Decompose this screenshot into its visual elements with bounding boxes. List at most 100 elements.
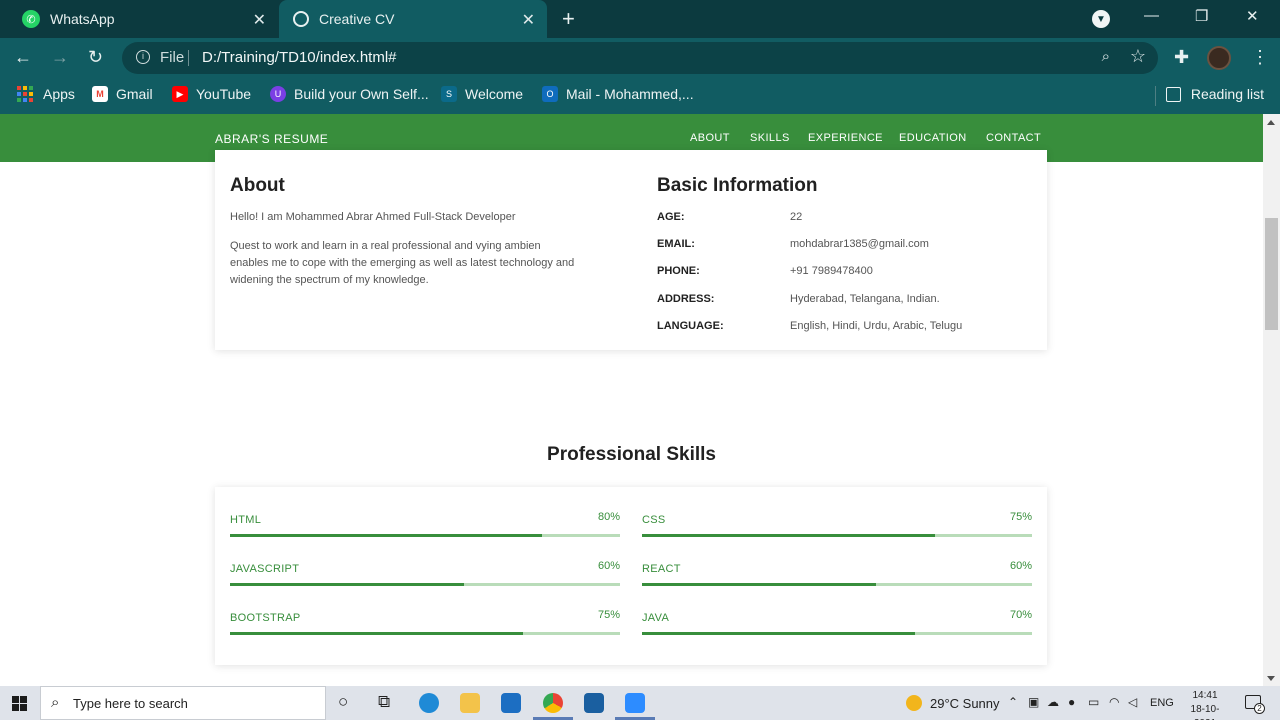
outlook-mail-icon: O	[542, 86, 558, 102]
chrome-icon[interactable]	[543, 693, 563, 713]
skill-progress-fill	[230, 534, 542, 537]
info-key-phone: PHONE:	[657, 265, 700, 277]
browser-toolbar: ← → ↻ i File D:/Training/TD10/index.html…	[0, 38, 1280, 78]
menu-kebab-icon[interactable]: ⋮	[1251, 47, 1269, 67]
tab-search-icon[interactable]: ▼	[1092, 10, 1110, 28]
back-icon[interactable]: ←	[14, 47, 32, 67]
info-value-language: English, Hindi, Urdu, Arabic, Telugu	[790, 320, 963, 332]
info-value-phone: +91 7989478400	[790, 265, 873, 277]
bookmark-star-icon[interactable]: ☆	[1130, 46, 1146, 67]
about-text-line: Quest to work and learn in a real profes…	[230, 240, 541, 252]
windows-start-icon[interactable]	[12, 696, 27, 711]
build-self-icon: U	[270, 86, 286, 102]
weather-text[interactable]: 29°C Sunny	[930, 696, 1000, 711]
info-icon[interactable]: i	[136, 50, 150, 64]
zoom-app-icon[interactable]	[625, 693, 645, 713]
extensions-icon[interactable]: ✚	[1174, 47, 1189, 67]
clock[interactable]: 14:41 18-10-2021	[1180, 689, 1230, 720]
edge-icon[interactable]	[419, 693, 439, 713]
skill-progress-bar	[642, 534, 1032, 537]
bookmark-label: Gmail	[116, 86, 153, 102]
divider	[188, 50, 189, 66]
skill-react: REACT 60%	[642, 550, 1032, 590]
remote-app-icon[interactable]	[584, 693, 604, 713]
about-text-line: enables me to cope with the emerging as …	[230, 257, 575, 269]
url-text[interactable]: D:/Training/TD10/index.html#	[202, 49, 397, 66]
onedrive-icon[interactable]: ☁	[1047, 695, 1059, 709]
info-key-language: LANGUAGE:	[657, 320, 724, 332]
address-bar[interactable]: i File D:/Training/TD10/index.html# ⌕ ☆	[122, 42, 1158, 74]
close-tab-icon[interactable]: ✕	[253, 10, 266, 30]
skill-percent: 75%	[1009, 511, 1032, 523]
page-scrollbar[interactable]	[1263, 114, 1280, 686]
file-explorer-icon[interactable]	[460, 693, 480, 713]
bookmark-youtube[interactable]: ▶ YouTube	[172, 86, 251, 102]
bookmark-label: Welcome	[465, 86, 524, 102]
bookmarks-bar: Apps M Gmail ▶ YouTube U Build your Own …	[0, 78, 1280, 114]
skill-progress-bar	[230, 632, 620, 635]
bookmark-apps[interactable]: Apps	[17, 86, 75, 102]
language-indicator[interactable]: ENG	[1150, 697, 1174, 709]
skill-java: JAVA 70%	[642, 599, 1032, 639]
date-text: 18-10-2021	[1190, 704, 1220, 720]
apps-grid-icon	[17, 86, 33, 102]
new-tab-button[interactable]: +	[562, 6, 575, 32]
info-key-email: EMAIL:	[657, 238, 695, 250]
nav-contact[interactable]: CONTACT	[986, 132, 1041, 144]
scroll-up-icon[interactable]	[1267, 120, 1275, 125]
close-window-icon[interactable]: ✕	[1246, 7, 1259, 25]
device-icon[interactable]: ▣	[1028, 695, 1039, 709]
bookmark-build-self[interactable]: U Build your Own Self...	[270, 86, 429, 102]
skill-name: REACT	[642, 563, 681, 575]
mail-app-icon[interactable]	[501, 693, 521, 713]
volume-icon[interactable]: ◁	[1128, 695, 1137, 709]
skill-percent: 60%	[1009, 560, 1032, 572]
tray-chevron-icon[interactable]: ⌃	[1008, 695, 1018, 709]
skill-percent: 80%	[597, 511, 620, 523]
zoom-icon[interactable]: ⌕	[1102, 48, 1110, 65]
scrollbar-thumb[interactable]	[1265, 218, 1278, 330]
minimize-icon[interactable]: —	[1144, 7, 1159, 24]
skill-progress-fill	[642, 534, 935, 537]
task-view-icon[interactable]: ⧉	[378, 692, 390, 712]
nav-about[interactable]: ABOUT	[690, 132, 730, 144]
battery-icon[interactable]: ▭	[1088, 695, 1099, 709]
reading-list-button[interactable]: Reading list	[1165, 86, 1264, 102]
globe-icon	[293, 11, 309, 27]
skill-name: BOOTSTRAP	[230, 612, 301, 624]
reload-icon[interactable]: ↻	[88, 47, 103, 67]
nav-experience[interactable]: EXPERIENCE	[808, 132, 883, 144]
bookmark-mail[interactable]: O Mail - Mohammed,...	[542, 86, 694, 102]
cortana-icon[interactable]: ○	[338, 692, 348, 712]
bookmark-welcome[interactable]: S Welcome	[441, 86, 523, 102]
site-brand[interactable]: ABRAR'S RESUME	[215, 132, 328, 146]
tab-creative-cv[interactable]: Creative CV ✕	[279, 0, 547, 38]
microphone-icon[interactable]: ●	[1068, 695, 1075, 709]
restore-icon[interactable]: ❐	[1195, 7, 1208, 25]
info-key-age: AGE:	[657, 211, 685, 223]
tab-whatsapp[interactable]: ✆ WhatsApp ✕	[0, 0, 278, 38]
whatsapp-icon: ✆	[22, 10, 40, 28]
wifi-icon[interactable]: ◠	[1109, 695, 1119, 709]
profile-avatar[interactable]	[1207, 46, 1231, 70]
weather-sun-icon[interactable]	[906, 695, 922, 711]
notification-count: 2	[1254, 703, 1265, 714]
skill-javascript: JAVASCRIPT 60%	[230, 550, 620, 590]
skill-progress-bar	[642, 632, 1032, 635]
skill-css: CSS 75%	[642, 501, 1032, 541]
skill-percent: 60%	[597, 560, 620, 572]
skill-html: HTML 80%	[230, 501, 620, 541]
close-tab-icon[interactable]: ✕	[522, 10, 535, 30]
bookmark-label: Mail - Mohammed,...	[566, 86, 694, 102]
search-placeholder: Type here to search	[73, 696, 188, 711]
nav-education[interactable]: EDUCATION	[899, 132, 967, 144]
bookmark-gmail[interactable]: M Gmail	[92, 86, 153, 102]
taskbar-search-input[interactable]: ⌕ Type here to search	[40, 686, 326, 720]
forward-icon[interactable]: →	[51, 47, 69, 67]
nav-skills[interactable]: SKILLS	[750, 132, 790, 144]
basic-info-title: Basic Information	[657, 175, 818, 196]
skill-progress-bar	[230, 534, 620, 537]
info-value-address: Hyderabad, Telangana, Indian.	[790, 293, 940, 305]
scroll-down-icon[interactable]	[1267, 676, 1275, 681]
bookmark-label: Apps	[43, 86, 75, 102]
